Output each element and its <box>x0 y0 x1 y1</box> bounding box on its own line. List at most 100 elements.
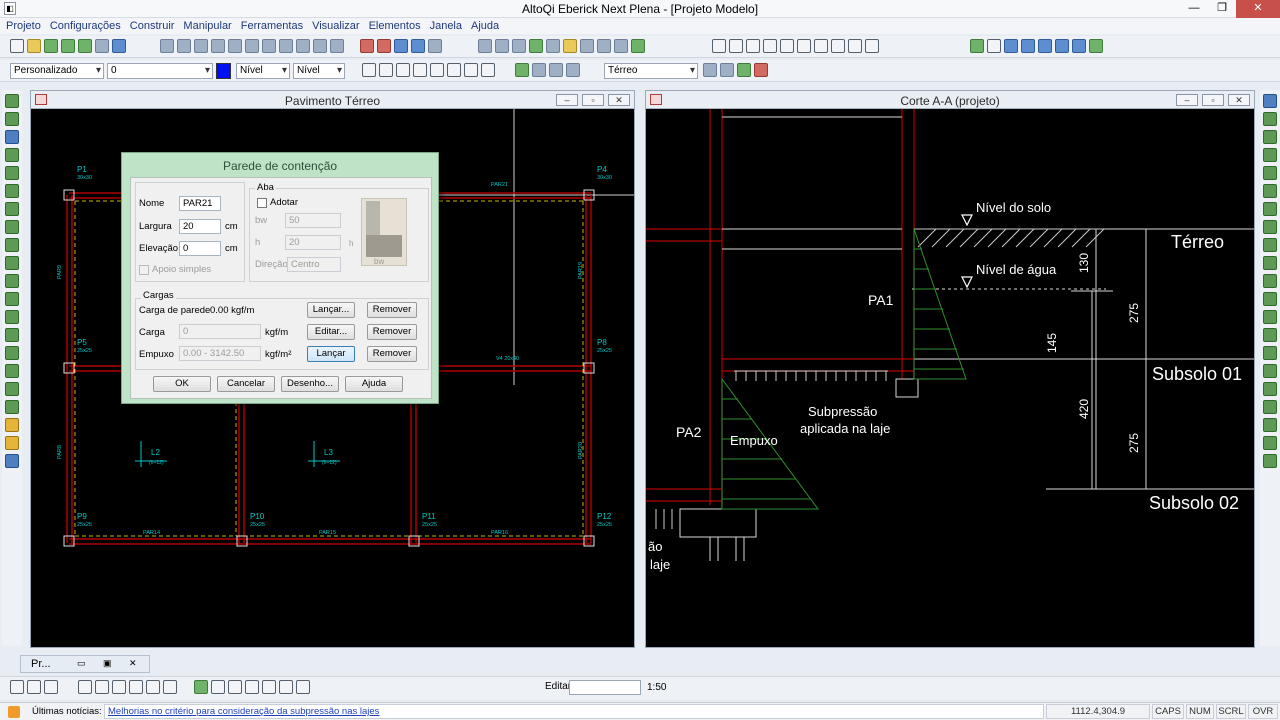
ramp-icon[interactable] <box>313 39 327 53</box>
tool-17-icon[interactable] <box>5 382 19 396</box>
floor-action-2-icon[interactable] <box>720 63 734 77</box>
rtool-6-icon[interactable] <box>1263 184 1277 198</box>
floor-action-1-icon[interactable] <box>703 63 717 77</box>
rtool-19-icon[interactable] <box>1263 418 1277 432</box>
rtool-20-icon[interactable] <box>1263 436 1277 450</box>
maximize-icon[interactable]: ▣ <box>103 658 112 669</box>
zoom-in-icon[interactable] <box>1004 39 1018 53</box>
hatch-icon[interactable] <box>464 63 478 77</box>
detail-4-icon[interactable] <box>529 39 543 53</box>
section-window[interactable]: Corte A-A (projeto) – ▫ ✕ Nível do solo … <box>645 90 1255 648</box>
verify-icon[interactable] <box>78 39 92 53</box>
tank-icon[interactable] <box>330 39 344 53</box>
tool-3-icon[interactable] <box>5 130 19 144</box>
redraw-icon[interactable] <box>1089 39 1103 53</box>
minimized-panel[interactable]: Pr... ▭ ▣ ✕ <box>20 655 150 673</box>
detail-2-icon[interactable] <box>495 39 509 53</box>
model-icon[interactable] <box>394 39 408 53</box>
menu-construir[interactable]: Construir <box>130 20 175 32</box>
tool-7-icon[interactable] <box>5 202 19 216</box>
refresh-icon[interactable] <box>631 39 645 53</box>
btool-5-icon[interactable] <box>95 680 109 694</box>
btool-10-icon[interactable] <box>194 680 208 694</box>
rtool-8-icon[interactable] <box>1263 220 1277 234</box>
section-drawing[interactable]: Nível do solo Nível de água Térreo Subso… <box>646 109 1254 647</box>
undo-icon[interactable] <box>580 39 594 53</box>
tool-9-icon[interactable] <box>5 238 19 252</box>
btool-7-icon[interactable] <box>129 680 143 694</box>
apoio-checkbox[interactable] <box>139 265 149 275</box>
btool-9-icon[interactable] <box>163 680 177 694</box>
menu-manipular[interactable]: Manipular <box>183 20 231 32</box>
zoom-window-icon[interactable] <box>1038 39 1052 53</box>
menu-ferramentas[interactable]: Ferramentas <box>241 20 303 32</box>
floor-view-icon[interactable] <box>532 63 546 77</box>
rtool-15-icon[interactable] <box>1263 346 1277 360</box>
tool-20-icon[interactable] <box>5 436 19 450</box>
zoom-extents-icon[interactable] <box>987 39 1001 53</box>
rtool-17-icon[interactable] <box>1263 382 1277 396</box>
level-select-2[interactable]: Nível <box>293 63 345 79</box>
mid-snap-icon[interactable] <box>746 39 760 53</box>
zoom-all-icon[interactable] <box>1055 39 1069 53</box>
arc-icon[interactable] <box>430 63 444 77</box>
btool-4-icon[interactable] <box>78 680 92 694</box>
check-icon[interactable] <box>61 39 75 53</box>
close-icon[interactable]: ✕ <box>1236 0 1280 18</box>
level-select-1[interactable]: Nível <box>236 63 290 79</box>
results-icon[interactable] <box>411 39 425 53</box>
tool-1-icon[interactable] <box>5 94 19 108</box>
rtool-3-icon[interactable] <box>1263 130 1277 144</box>
magnet-icon[interactable] <box>712 39 726 53</box>
menu-visualizar[interactable]: Visualizar <box>312 20 360 32</box>
tool-11-icon[interactable] <box>5 274 19 288</box>
close-icon[interactable]: ✕ <box>1228 94 1250 106</box>
floor-action-4-icon[interactable] <box>754 63 768 77</box>
rtool-21-icon[interactable] <box>1263 454 1277 468</box>
btool-2-icon[interactable] <box>27 680 41 694</box>
minimize-icon[interactable]: – <box>556 94 578 106</box>
lancar-empuxo-button[interactable]: Lançar <box>307 346 355 362</box>
detail-3-icon[interactable] <box>512 39 526 53</box>
rtool-2-icon[interactable] <box>1263 112 1277 126</box>
tool-10-icon[interactable] <box>5 256 19 270</box>
ortho-icon[interactable] <box>865 39 879 53</box>
detail-5-icon[interactable] <box>546 39 560 53</box>
opening-icon[interactable] <box>296 39 310 53</box>
foundation-icon[interactable] <box>245 39 259 53</box>
restore-icon[interactable]: ▫ <box>582 94 604 106</box>
tool-5-icon[interactable] <box>5 166 19 180</box>
text-icon[interactable] <box>447 63 461 77</box>
tangent-snap-icon[interactable] <box>814 39 828 53</box>
open-folder-icon[interactable] <box>27 39 41 53</box>
elevacao-input[interactable]: 0 <box>179 241 221 256</box>
menu-janela[interactable]: Janela <box>430 20 462 32</box>
btool-11-icon[interactable] <box>211 680 225 694</box>
view-icon[interactable] <box>428 39 442 53</box>
bw-input[interactable]: 50 <box>285 213 341 228</box>
restore-icon[interactable]: ❐ <box>1208 0 1236 18</box>
news-link[interactable]: Melhorias no critério para consideração … <box>104 704 1044 719</box>
menu-ajuda[interactable]: Ajuda <box>471 20 499 32</box>
zoom-previous-icon[interactable] <box>1072 39 1086 53</box>
remover-carga-button[interactable]: Remover <box>367 324 417 340</box>
circle-icon[interactable] <box>413 63 427 77</box>
carga-input[interactable]: 0 <box>179 324 261 339</box>
tool-8-icon[interactable] <box>5 220 19 234</box>
minimize-icon[interactable]: – <box>1176 94 1198 106</box>
detail-1-icon[interactable] <box>478 39 492 53</box>
new-file-icon[interactable] <box>10 39 24 53</box>
tool-15-icon[interactable] <box>5 346 19 360</box>
tool-18-icon[interactable] <box>5 400 19 414</box>
rtool-18-icon[interactable] <box>1263 400 1277 414</box>
desenho-button[interactable]: Desenho... <box>281 376 339 392</box>
btool-15-icon[interactable] <box>279 680 293 694</box>
largura-input[interactable]: 20 <box>179 219 221 234</box>
circle-snap-icon[interactable] <box>763 39 777 53</box>
remover-empuxo-button[interactable]: Remover <box>367 346 417 362</box>
report-icon[interactable] <box>597 39 611 53</box>
rtool-11-icon[interactable] <box>1263 274 1277 288</box>
remover-carga-parede-button[interactable]: Remover <box>367 302 417 318</box>
end-snap-icon[interactable] <box>780 39 794 53</box>
floor-select[interactable]: Térreo <box>604 63 698 79</box>
